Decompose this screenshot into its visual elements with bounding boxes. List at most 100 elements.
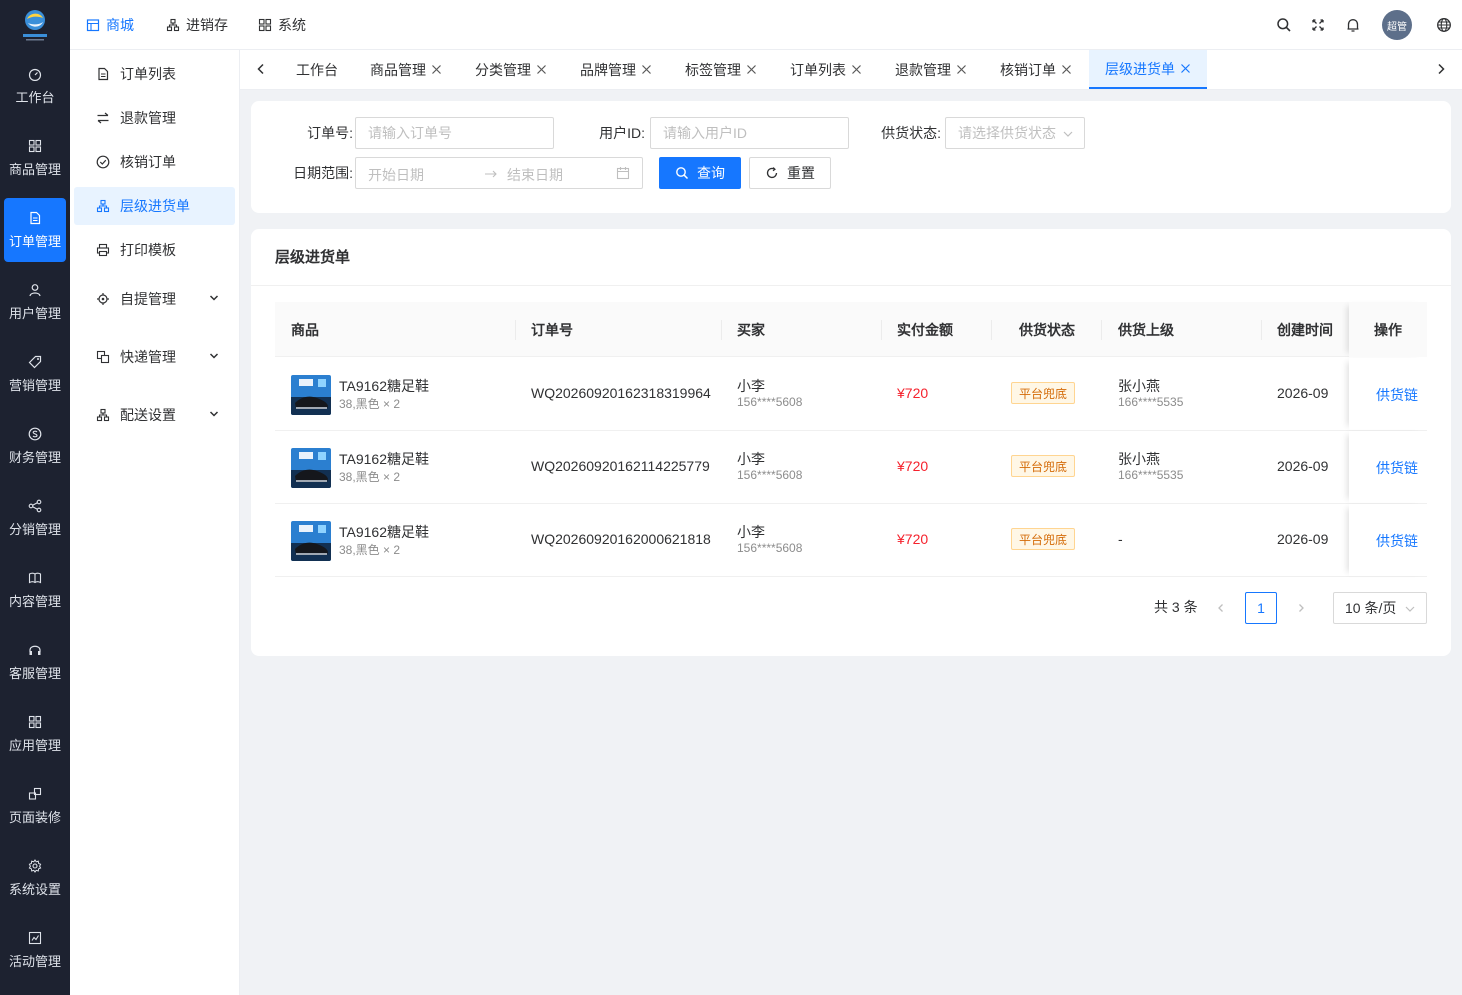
submenu-item-order-list[interactable]: 订单列表	[74, 55, 235, 93]
close-icon[interactable]	[746, 64, 757, 75]
rail-item-service[interactable]: 客服管理	[4, 630, 66, 694]
tab-workbench[interactable]: 工作台	[296, 50, 338, 89]
dollar-icon	[28, 427, 42, 441]
tab-product-management[interactable]: 商品管理	[370, 50, 442, 89]
close-icon[interactable]	[851, 64, 862, 75]
rail-item-distribution[interactable]: 分销管理	[4, 486, 66, 550]
user-id-input[interactable]: 请输入用户ID	[650, 117, 849, 149]
close-icon[interactable]	[641, 64, 652, 75]
submenu-item-verify-orders[interactable]: 核销订单	[74, 143, 235, 181]
rail-item-settings[interactable]: 系统设置	[4, 846, 66, 910]
rail-item-workbench[interactable]: 工作台	[4, 54, 66, 118]
reset-button[interactable]: 重置	[749, 157, 831, 189]
rail-item-apps[interactable]: 应用管理	[4, 702, 66, 766]
chevron-right-icon[interactable]	[1434, 62, 1448, 76]
tab-label: 标签管理	[685, 61, 741, 78]
tab-label: 工作台	[296, 61, 338, 78]
search-button[interactable]: 查询	[659, 157, 741, 189]
supplier-name: -	[1118, 531, 1123, 547]
status-badge: 平台兜底	[1011, 528, 1076, 550]
submenu-item-tiered-purchase[interactable]: 层级进货单	[74, 187, 235, 225]
supplier-name: 张小燕	[1118, 451, 1160, 467]
created-time: 2026-09	[1277, 385, 1329, 401]
tab-label: 退款管理	[895, 61, 951, 78]
order-no-input[interactable]: 请输入订单号	[355, 117, 554, 149]
tab-category-management[interactable]: 分类管理	[475, 50, 547, 89]
close-icon[interactable]	[431, 64, 442, 75]
tab-verify-orders[interactable]: 核销订单	[1000, 50, 1072, 89]
supply-status-select[interactable]: 请选择供货状态	[945, 117, 1085, 149]
topnav-system[interactable]: 系统	[258, 0, 306, 50]
swap-icon	[96, 111, 110, 125]
rail-item-marketing[interactable]: 营销管理	[4, 342, 66, 406]
supply-chain-link[interactable]: 供货链	[1376, 458, 1418, 478]
submenu-label: 自提管理	[120, 291, 176, 307]
date-range-picker[interactable]: 开始日期 结束日期	[355, 157, 643, 189]
column-header-supplier: 供货上级	[1118, 321, 1174, 338]
tab-tag-management[interactable]: 标签管理	[685, 50, 757, 89]
divider	[251, 285, 1451, 286]
rail-item-products[interactable]: 商品管理	[4, 126, 66, 190]
page-size-select[interactable]: 10 条/页	[1333, 592, 1427, 624]
rail-item-orders[interactable]: 订单管理	[4, 198, 66, 262]
supply-chain-link[interactable]: 供货链	[1376, 531, 1418, 551]
created-time: 2026-09	[1277, 458, 1329, 474]
page-title: 层级进货单	[275, 249, 351, 266]
order-no: WQ20260920162318319964	[531, 385, 711, 401]
column-divider	[1101, 320, 1102, 340]
buyer-phone: 156****5608	[737, 395, 803, 409]
product-image	[291, 375, 331, 415]
chevron-down-icon	[209, 295, 219, 301]
product-name: TA9162糖足鞋	[339, 451, 429, 467]
topnav-mall[interactable]: 商城	[86, 0, 134, 50]
topnav-inventory[interactable]: 进销存	[166, 0, 228, 50]
tab-brand-management[interactable]: 品牌管理	[580, 50, 652, 89]
grid-icon	[28, 139, 42, 153]
table-row: TA9162糖足鞋 38,黑色 × 2 WQ202609201621142257…	[275, 431, 1427, 504]
tab-label: 订单列表	[790, 61, 846, 78]
pagination-next[interactable]	[1285, 592, 1317, 624]
tab-refund-management[interactable]: 退款管理	[895, 50, 967, 89]
submenu-item-express[interactable]: 快递管理	[74, 338, 235, 376]
product-spec: 38,黑色 × 2	[339, 543, 401, 557]
document-icon	[96, 67, 110, 81]
paid-amount: ¥720	[897, 458, 929, 474]
start-date-input[interactable]: 开始日期	[368, 165, 424, 185]
close-icon[interactable]	[1061, 64, 1072, 75]
submenu-item-pickup[interactable]: 自提管理	[74, 280, 235, 318]
rail-item-content[interactable]: 内容管理	[4, 558, 66, 622]
globe-icon[interactable]	[1436, 17, 1452, 33]
close-icon[interactable]	[536, 64, 547, 75]
submenu-item-print-templates[interactable]: 打印模板	[74, 231, 235, 269]
bell-icon[interactable]	[1345, 17, 1361, 33]
column-divider	[881, 320, 882, 340]
hierarchy-icon	[96, 199, 110, 213]
fullscreen-icon[interactable]	[1310, 17, 1326, 33]
pagination-prev[interactable]	[1205, 592, 1237, 624]
rail-item-users[interactable]: 用户管理	[4, 270, 66, 334]
submenu-item-delivery-settings[interactable]: 配送设置	[74, 396, 235, 434]
tab-tiered-purchase[interactable]: 层级进货单	[1089, 50, 1207, 89]
supply-chain-link[interactable]: 供货链	[1376, 385, 1418, 405]
system-icon	[258, 18, 272, 32]
pagination-total: 共 3 条	[1154, 599, 1198, 615]
buyer-phone: 156****5608	[737, 468, 803, 482]
column-header-product: 商品	[291, 321, 319, 338]
pagination-page[interactable]: 1	[1245, 592, 1277, 624]
column-divider	[1261, 320, 1262, 340]
search-icon[interactable]	[1276, 17, 1292, 33]
avatar[interactable]: 超管	[1382, 10, 1412, 40]
tab-order-list[interactable]: 订单列表	[790, 50, 862, 89]
rail-item-finance[interactable]: 财务管理	[4, 414, 66, 478]
submenu-item-refunds[interactable]: 退款管理	[74, 99, 235, 137]
order-submenu: 订单列表 退款管理 核销订单 层级进货单 打印模板 自提管理 快递管理 配送设置	[70, 50, 240, 995]
end-date-input[interactable]: 结束日期	[507, 165, 563, 185]
column-header-buyer: 买家	[737, 321, 765, 338]
rail-item-activities[interactable]: 活动管理	[4, 918, 66, 982]
reload-icon	[766, 167, 778, 179]
close-icon[interactable]	[956, 64, 967, 75]
brand-logo[interactable]	[0, 0, 70, 50]
rail-item-decoration[interactable]: 页面装修	[4, 774, 66, 838]
close-icon[interactable]	[1180, 63, 1191, 74]
chevron-left-icon[interactable]	[254, 62, 268, 76]
